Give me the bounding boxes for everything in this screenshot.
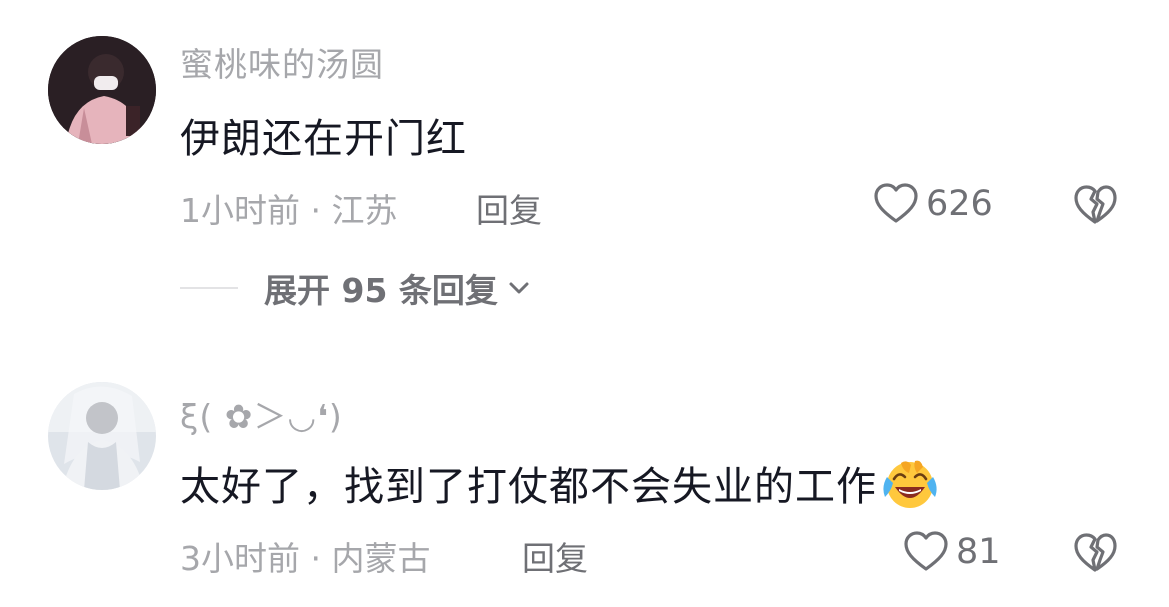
comment-text: 伊朗还在开门红 xyxy=(180,116,467,162)
comment-item: 蜜桃味的汤圆 伊朗还在开门红 1小时前 · 江苏 回复 626 展开 95 条回… xyxy=(0,0,1169,320)
avatar[interactable] xyxy=(48,382,156,490)
chevron-down-icon xyxy=(509,282,529,294)
divider-line xyxy=(180,287,238,289)
expand-replies-label: 展开 95 条回复 xyxy=(264,271,498,310)
like-button[interactable]: 626 xyxy=(872,180,993,228)
reply-button[interactable]: 回复 xyxy=(476,184,542,232)
username[interactable]: 蜜桃味的汤圆 xyxy=(180,38,384,86)
reply-button[interactable]: 回复 xyxy=(522,532,588,580)
user-avatar-image xyxy=(48,382,156,490)
expand-replies-button[interactable]: 展开 95 条回复 xyxy=(180,264,532,312)
username[interactable]: ξ( ✿＞◡❛) xyxy=(180,390,343,438)
like-button[interactable]: 81 xyxy=(902,528,1001,576)
heart-outline-icon xyxy=(874,183,918,223)
broken-heart-icon xyxy=(1074,185,1117,224)
comment-time-location: 3小时前 · 内蒙古 xyxy=(180,539,431,578)
comment-text: 太好了，找到了打仗都不会失业的工作 xyxy=(180,454,939,521)
like-count: 626 xyxy=(926,184,993,224)
like-count: 81 xyxy=(956,532,1001,572)
comment-item: ξ( ✿＞◡❛) 太好了，找到了打仗都不会失业的工作 3小时前 · 内蒙古 回复… xyxy=(0,320,1169,607)
avatar[interactable] xyxy=(48,36,156,144)
broken-heart-icon xyxy=(1074,533,1117,572)
heart-outline-icon xyxy=(904,531,948,571)
laughing-crying-emoji-icon xyxy=(881,457,939,521)
dislike-button[interactable] xyxy=(1072,182,1118,230)
user-avatar-image xyxy=(48,36,156,144)
comment-text-content: 太好了，找到了打仗都不会失业的工作 xyxy=(180,464,877,510)
dislike-button[interactable] xyxy=(1072,530,1118,578)
comment-time-location: 1小时前 · 江苏 xyxy=(180,191,398,230)
